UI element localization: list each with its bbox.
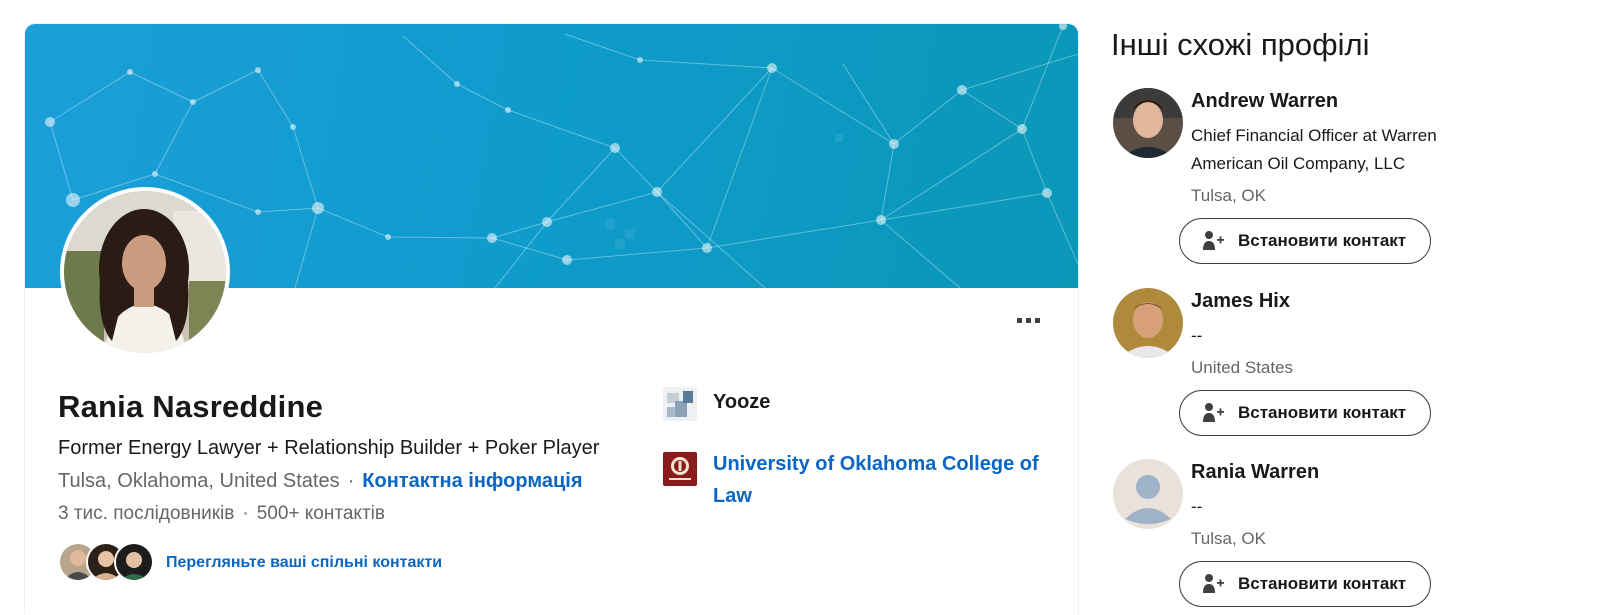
similar-profile-item: James Hix -- United States Встановити ко… <box>1113 288 1573 438</box>
profile-stats-row: 3 тис. послідовників · 500+ контактів <box>58 503 385 525</box>
similar-profiles-title: Інші схожі профілі <box>1111 27 1370 62</box>
similar-profile-title: -- <box>1191 326 1203 345</box>
similar-profile-item: Rania Warren -- Tulsa, OK Встановити кон… <box>1113 459 1573 609</box>
similar-profile-name[interactable]: Rania Warren <box>1191 461 1319 484</box>
profile-card: Rania Nasreddine Former Energy Lawyer + … <box>25 24 1078 615</box>
contact-info-link[interactable]: Контактна інформація <box>362 470 582 492</box>
connections-count: 500+ контактів <box>256 503 385 524</box>
similar-profile-item: Andrew Warren Chief Financial Officer at… <box>1113 88 1573 268</box>
mutual-connections-link[interactable]: Перегляньте ваші спільні контакти <box>166 554 442 572</box>
connect-button-label: Встановити контакт <box>1238 403 1407 422</box>
experience-company-yooze[interactable]: Yooze <box>663 387 770 421</box>
profile-location: Tulsa, Oklahoma, United States <box>58 470 340 492</box>
connect-button-label: Встановити контакт <box>1238 574 1407 593</box>
avatar[interactable] <box>1113 288 1183 358</box>
similar-profile-title: -- <box>1191 497 1203 516</box>
connect-button[interactable]: Встановити контакт <box>1179 390 1431 436</box>
similar-profile-name[interactable]: Andrew Warren <box>1191 90 1338 113</box>
similar-profile-title: Chief Financial Officer at Warren Americ… <box>1191 126 1437 173</box>
avatar[interactable] <box>1113 88 1183 158</box>
more-horizontal-icon <box>1016 317 1022 323</box>
similar-profile-location: United States <box>1191 358 1294 377</box>
more-actions-button[interactable] <box>1000 304 1056 336</box>
profile-name: Rania Nasreddine <box>58 389 324 424</box>
followers-count: 3 тис. послідовників <box>58 503 235 524</box>
avatar[interactable] <box>1113 459 1183 529</box>
mutual-connections[interactable]: Перегляньте ваші спільні контакти <box>58 541 442 585</box>
connect-button[interactable]: Встановити контакт <box>1179 218 1431 264</box>
mutual-avatars <box>58 541 158 585</box>
connect-button-label: Встановити контакт <box>1238 231 1407 250</box>
profile-location-row: Tulsa, Oklahoma, United States · Контактна… <box>58 470 583 493</box>
separator-dot: · <box>242 503 249 524</box>
profile-headline: Former Energy Lawyer + Relationship Buil… <box>58 437 600 459</box>
profile-photo[interactable] <box>60 187 230 357</box>
similar-profile-name[interactable]: James Hix <box>1191 290 1290 313</box>
school-name[interactable]: University of Oklahoma College of Law <box>713 448 1043 512</box>
add-person-icon <box>1203 403 1224 422</box>
similar-profile-location: Tulsa, OK <box>1191 529 1266 548</box>
connect-button[interactable]: Встановити контакт <box>1179 561 1431 607</box>
separator-dot: · <box>347 470 355 492</box>
school-seal-icon <box>663 452 697 486</box>
company-logo-icon <box>663 387 697 421</box>
education-school[interactable]: University of Oklahoma College of Law <box>663 452 1043 512</box>
add-person-icon <box>1203 574 1224 593</box>
similar-profile-location: Tulsa, OK <box>1191 186 1266 205</box>
company-name: Yooze <box>713 391 771 413</box>
add-person-icon <box>1203 231 1224 250</box>
mutual-avatar <box>114 542 154 582</box>
